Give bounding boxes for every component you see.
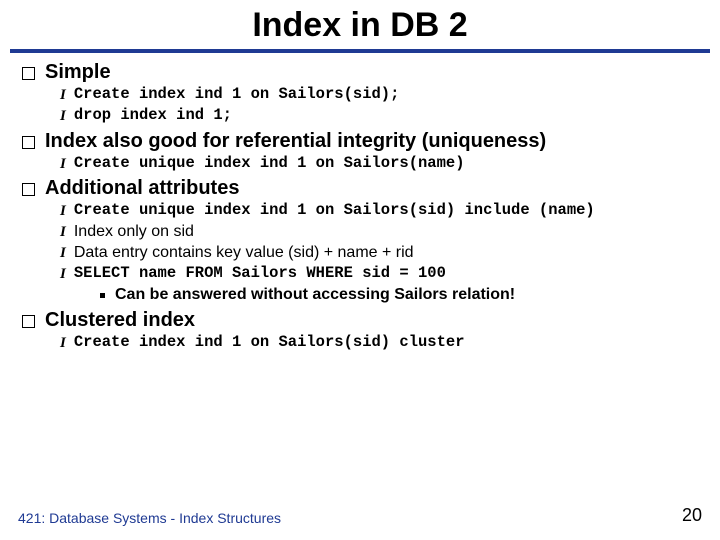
page-number: 20 — [682, 505, 702, 526]
item-text: Can be answered without accessing Sailor… — [115, 285, 515, 305]
bullet-item: I Create index ind 1 on Sailors(sid) clu… — [60, 333, 698, 353]
bullet-item: I Data entry contains key value (sid) + … — [60, 243, 698, 263]
script-i-icon: I — [60, 334, 66, 353]
heading-text: Clustered index — [45, 309, 195, 332]
item-text: SELECT name FROM Sailors WHERE sid = 100 — [74, 264, 446, 283]
bullet-item: I SELECT name FROM Sailors WHERE sid = 1… — [60, 264, 698, 284]
heading-text: Additional attributes — [45, 177, 239, 200]
footer-text: 421: Database Systems - Index Structures — [18, 510, 281, 526]
title-rule — [10, 49, 710, 53]
footer: 421: Database Systems - Index Structures… — [18, 505, 702, 526]
section-heading: Clustered index — [22, 309, 698, 332]
square-bullet-icon — [22, 136, 35, 149]
bullet-item: I Create unique index ind 1 on Sailors(n… — [60, 154, 698, 174]
script-i-icon: I — [60, 223, 66, 242]
bullet-item: I drop index ind 1; — [60, 106, 698, 126]
slide-content: Simple I Create index ind 1 on Sailors(s… — [0, 61, 720, 353]
slide: Index in DB 2 Simple I Create index ind … — [0, 0, 720, 540]
script-i-icon: I — [60, 155, 66, 174]
slide-title: Index in DB 2 — [0, 0, 720, 49]
item-text: Create index ind 1 on Sailors(sid) clust… — [74, 333, 465, 352]
square-bullet-icon — [22, 183, 35, 196]
section-heading: Index also good for referential integrit… — [22, 130, 698, 153]
square-bullet-icon — [22, 315, 35, 328]
script-i-icon: I — [60, 244, 66, 263]
dot-bullet-icon — [100, 293, 105, 298]
script-i-icon: I — [60, 86, 66, 105]
script-i-icon: I — [60, 202, 66, 221]
item-text: Create unique index ind 1 on Sailors(nam… — [74, 154, 465, 173]
bullet-item: I Index only on sid — [60, 222, 698, 242]
section-heading: Simple — [22, 61, 698, 84]
item-text: Index only on sid — [74, 222, 194, 242]
bullet-item: I Create unique index ind 1 on Sailors(s… — [60, 201, 698, 221]
sub-bullet-item: Can be answered without accessing Sailor… — [100, 285, 698, 305]
item-text: Create index ind 1 on Sailors(sid); — [74, 85, 400, 104]
script-i-icon: I — [60, 107, 66, 126]
section-heading: Additional attributes — [22, 177, 698, 200]
square-bullet-icon — [22, 67, 35, 80]
item-text: Data entry contains key value (sid) + na… — [74, 243, 414, 263]
script-i-icon: I — [60, 265, 66, 284]
item-text: drop index ind 1; — [74, 106, 232, 125]
heading-text: Simple — [45, 61, 111, 84]
heading-text: Index also good for referential integrit… — [45, 130, 546, 153]
bullet-item: I Create index ind 1 on Sailors(sid); — [60, 85, 698, 105]
item-text: Create unique index ind 1 on Sailors(sid… — [74, 201, 595, 220]
